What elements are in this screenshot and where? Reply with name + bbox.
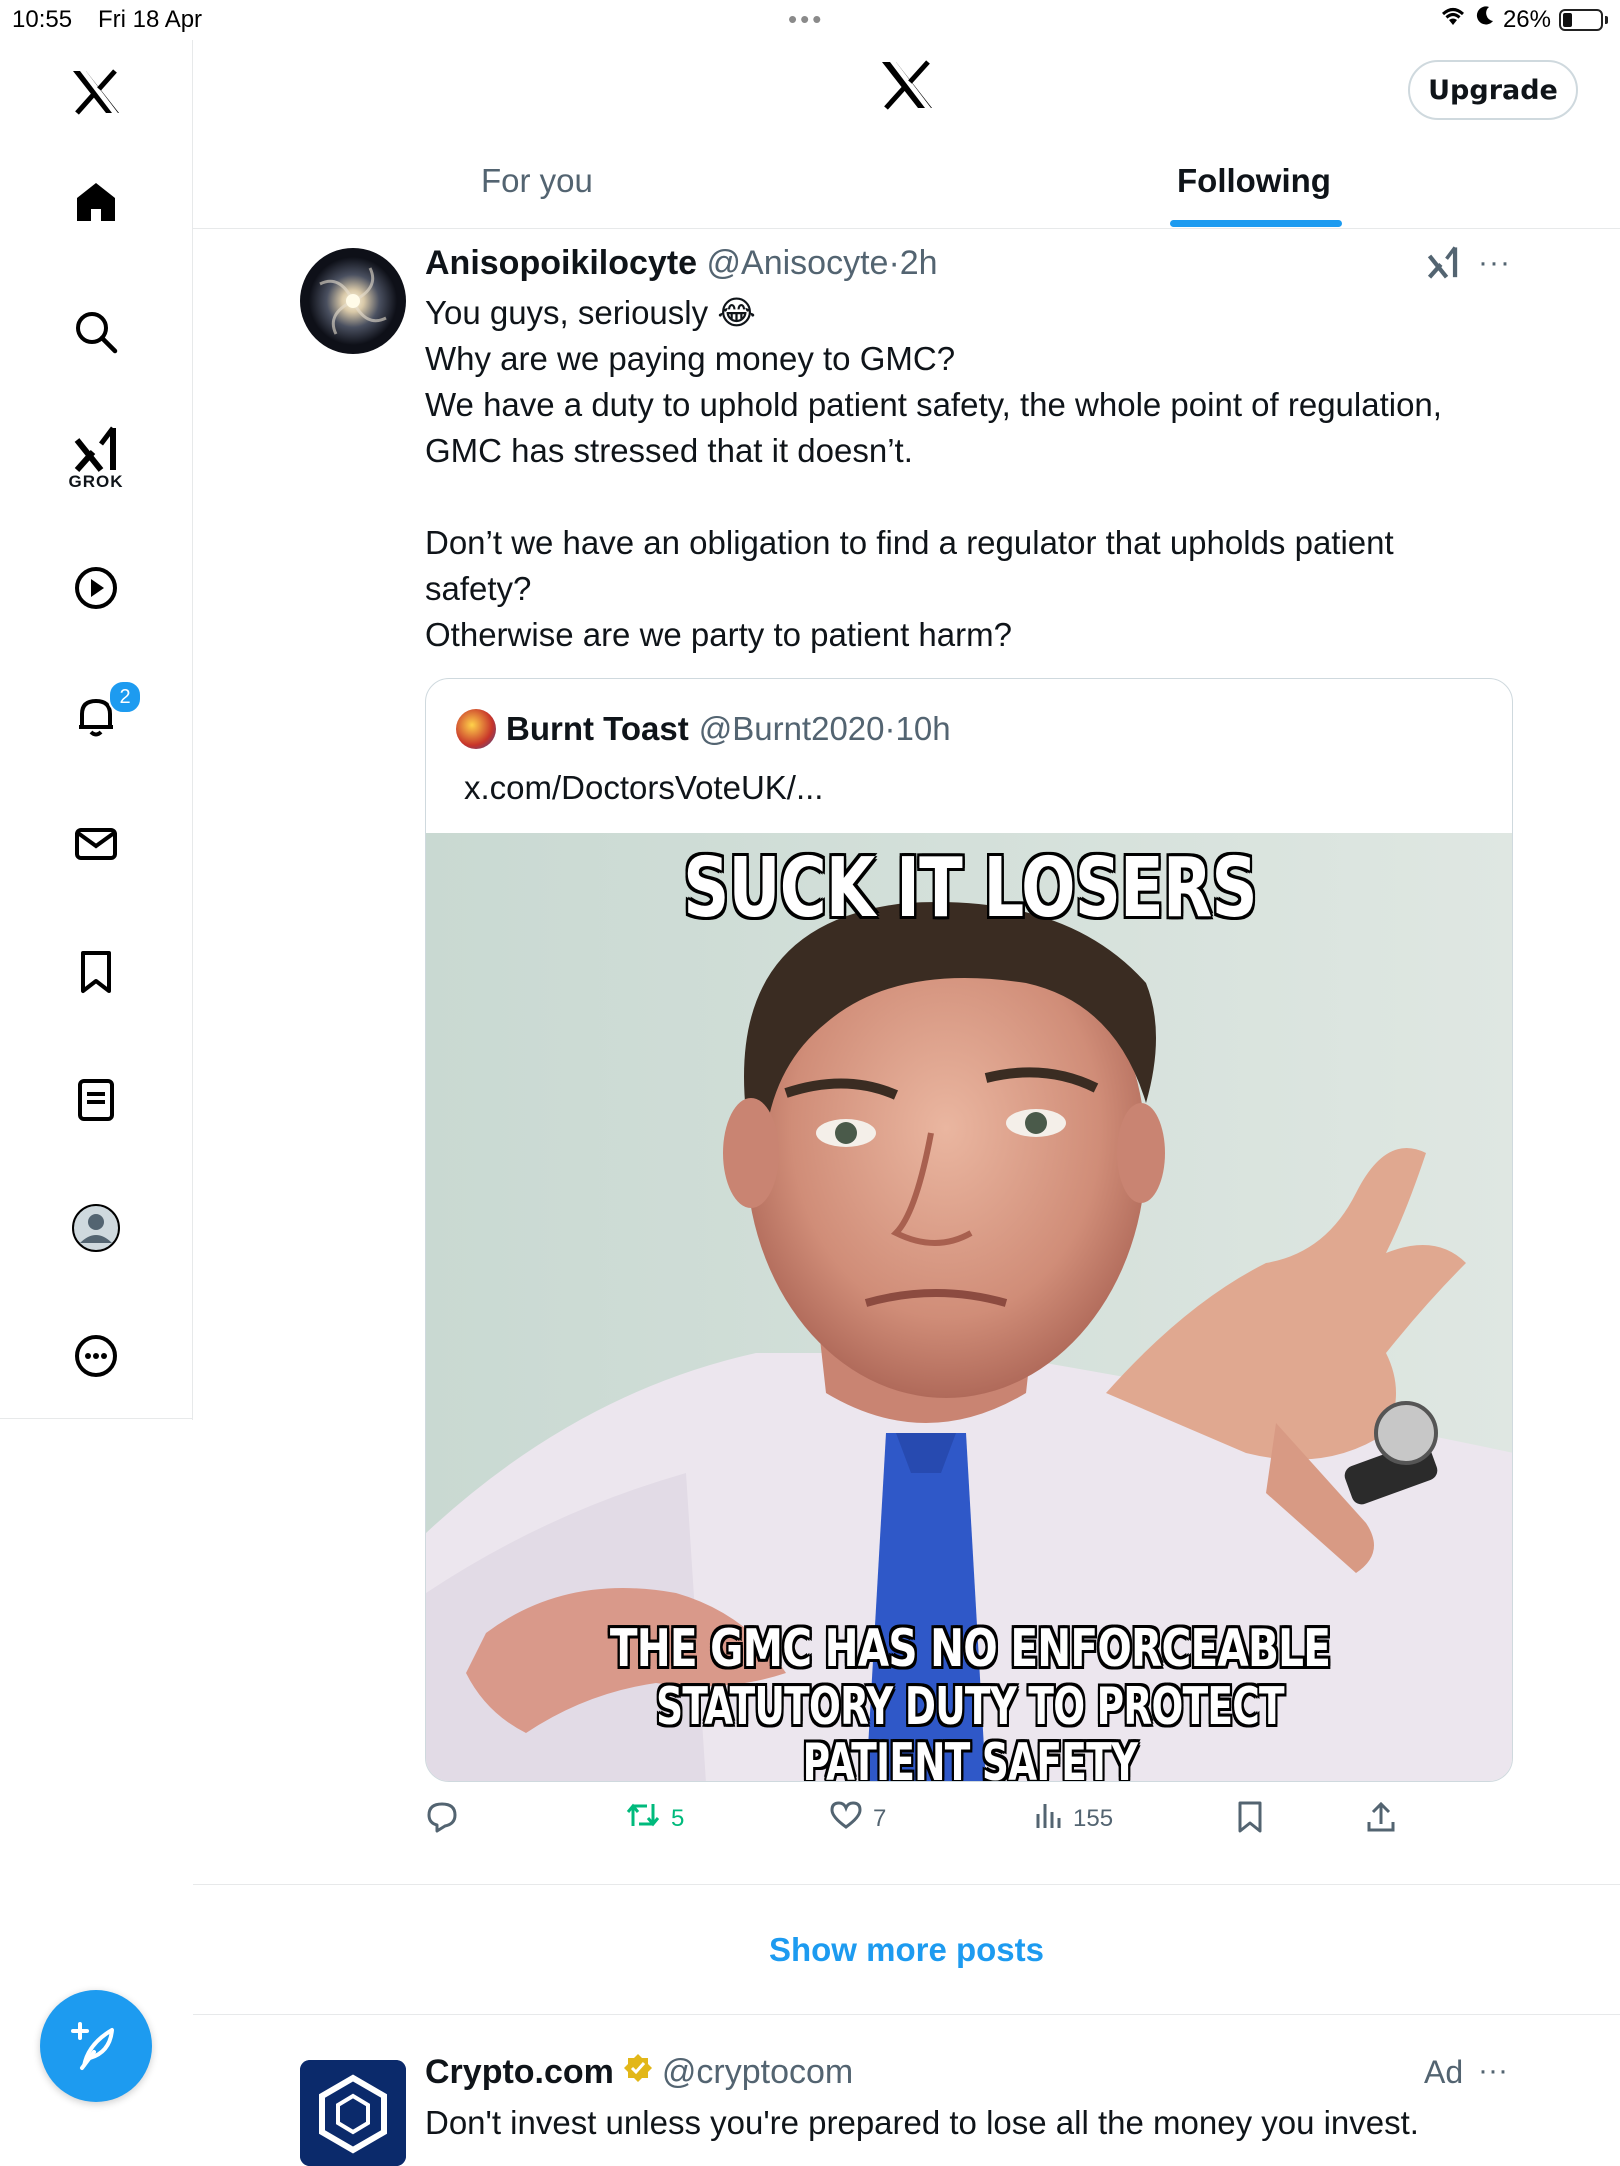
- notifications-icon[interactable]: 2: [66, 680, 142, 746]
- bookmark-icon: [1235, 1800, 1265, 1841]
- timeline-tabs: For you Following: [193, 150, 1620, 229]
- tweet-author-avatar[interactable]: [300, 248, 406, 354]
- grok-icon[interactable]: GROK: [66, 420, 126, 491]
- bookmark-button[interactable]: [1235, 1800, 1265, 1841]
- verified-badge-icon: [622, 2052, 654, 2093]
- ad-header: Crypto.com @cryptocom: [425, 2052, 853, 2093]
- separator-dot: ·: [884, 710, 896, 747]
- video-icon[interactable]: [66, 558, 126, 618]
- tweet-line: safety?: [425, 570, 532, 607]
- tweet-line: Don’t we have an obligation to find a re…: [425, 524, 1394, 561]
- repost-icon: [625, 1800, 661, 1837]
- battery-icon: [1559, 8, 1603, 31]
- wifi-icon: [1439, 5, 1467, 34]
- notification-badge: 2: [108, 680, 142, 714]
- messages-icon[interactable]: [66, 814, 126, 874]
- reply-button[interactable]: [425, 1800, 459, 1841]
- home-icon[interactable]: [66, 172, 126, 232]
- sidebar-divider: [0, 1418, 192, 1419]
- reply-icon: [425, 1800, 459, 1841]
- profile-avatar-icon[interactable]: [66, 1198, 126, 1258]
- tweet-header: Anisopoikilocyte @Anisocyte·2h: [425, 244, 938, 283]
- moon-icon: [1475, 5, 1495, 34]
- meme-bottom-caption-2: STATUTORY DUTY TO PROTECT PATIENT SAFETY: [656, 1677, 1284, 1782]
- lists-icon[interactable]: [66, 1070, 126, 1130]
- tweet-line: GMC has stressed that it doesn’t.: [425, 432, 913, 469]
- like-count: 7: [873, 1804, 887, 1832]
- quoted-post-header: Burnt Toast @Burnt2020·10h: [456, 709, 951, 749]
- separator-dot: ·: [888, 244, 900, 282]
- share-button[interactable]: [1365, 1800, 1397, 1841]
- x-logo[interactable]: [66, 62, 126, 122]
- tweet-text: You guys, seriously 😂 Why are we paying …: [425, 290, 1515, 658]
- bookmarks-icon[interactable]: [66, 942, 126, 1002]
- tweet-author-handle[interactable]: @Anisocyte: [707, 244, 889, 282]
- quoted-author-handle[interactable]: @Burnt2020: [699, 710, 885, 747]
- status-right: 26%: [1439, 5, 1608, 34]
- ad-text: Don't invest unless you're prepared to l…: [425, 2104, 1419, 2141]
- sidebar: GROK 2: [0, 40, 193, 1420]
- tweet-timestamp[interactable]: 2h: [900, 244, 938, 282]
- tweet-author-name[interactable]: Anisopoikilocyte: [425, 244, 697, 282]
- repost-count: 5: [671, 1804, 685, 1832]
- tweet-more-menu[interactable]: ···: [1478, 246, 1511, 280]
- quoted-link[interactable]: x.com/DoctorsVoteUK/...: [464, 769, 823, 807]
- active-tab-indicator: [1170, 220, 1342, 227]
- ad-more-menu[interactable]: ···: [1478, 2054, 1508, 2088]
- compose-post-button[interactable]: [40, 1990, 152, 2102]
- tweet-line: Otherwise are we party to patient harm?: [425, 616, 1012, 653]
- quoted-author-name[interactable]: Burnt Toast: [506, 710, 689, 748]
- more-icon[interactable]: [66, 1326, 126, 1386]
- quoted-timestamp[interactable]: 10h: [896, 710, 951, 747]
- tab-for-you[interactable]: For you: [481, 162, 593, 200]
- meme-bottom-caption-1: THE GMC HAS NO ENFORCEABLE: [609, 1619, 1331, 1679]
- status-bar: 10:55 Fri 18 Apr ••• 26%: [0, 0, 1620, 40]
- status-date: Fri 18 Apr: [98, 6, 203, 33]
- post-divider: [193, 2014, 1620, 2015]
- show-more-posts-button[interactable]: Show more posts: [193, 1885, 1620, 2015]
- ad-label: Ad: [1424, 2054, 1464, 2090]
- share-icon: [1365, 1800, 1397, 1841]
- battery-percent: 26%: [1502, 5, 1551, 33]
- ad-author-name[interactable]: Crypto.com: [425, 2053, 614, 2092]
- tweet-line: Why are we paying money to GMC?: [425, 340, 956, 377]
- tweet-actions: 5 7 155: [425, 1800, 1515, 1844]
- repost-button[interactable]: 5: [625, 1800, 684, 1837]
- tweet-line: We have a duty to uphold patient safety,…: [425, 386, 1442, 423]
- tab-following[interactable]: Following: [1177, 162, 1331, 200]
- quoted-author-avatar[interactable]: [456, 709, 496, 749]
- meme-top-caption: SUCK IT LOSERS: [683, 841, 1257, 936]
- views-count: 155: [1073, 1804, 1114, 1832]
- tweet-line: You guys, seriously 😂: [425, 294, 756, 331]
- status-time: 10:55: [12, 6, 73, 33]
- grok-explain-icon[interactable]: [1425, 246, 1461, 285]
- multitasking-dots[interactable]: •••: [788, 4, 824, 35]
- views-button[interactable]: 155: [1033, 1800, 1113, 1837]
- heart-icon: [829, 1800, 863, 1837]
- search-icon[interactable]: [66, 302, 126, 362]
- meme-image[interactable]: SUCK IT LOSERS THE GMC HAS NO ENFORCEABL…: [426, 833, 1512, 1782]
- views-chart-icon: [1033, 1800, 1063, 1837]
- upgrade-button[interactable]: Upgrade: [1408, 60, 1578, 120]
- quoted-post[interactable]: Burnt Toast @Burnt2020·10h x.com/Doctors…: [425, 678, 1513, 1782]
- header-x-logo[interactable]: [880, 60, 934, 115]
- like-button[interactable]: 7: [829, 1800, 886, 1837]
- ad-author-avatar[interactable]: [300, 2060, 406, 2166]
- ad-author-handle[interactable]: @cryptocom: [662, 2053, 853, 2092]
- grok-label: GROK: [68, 472, 124, 491]
